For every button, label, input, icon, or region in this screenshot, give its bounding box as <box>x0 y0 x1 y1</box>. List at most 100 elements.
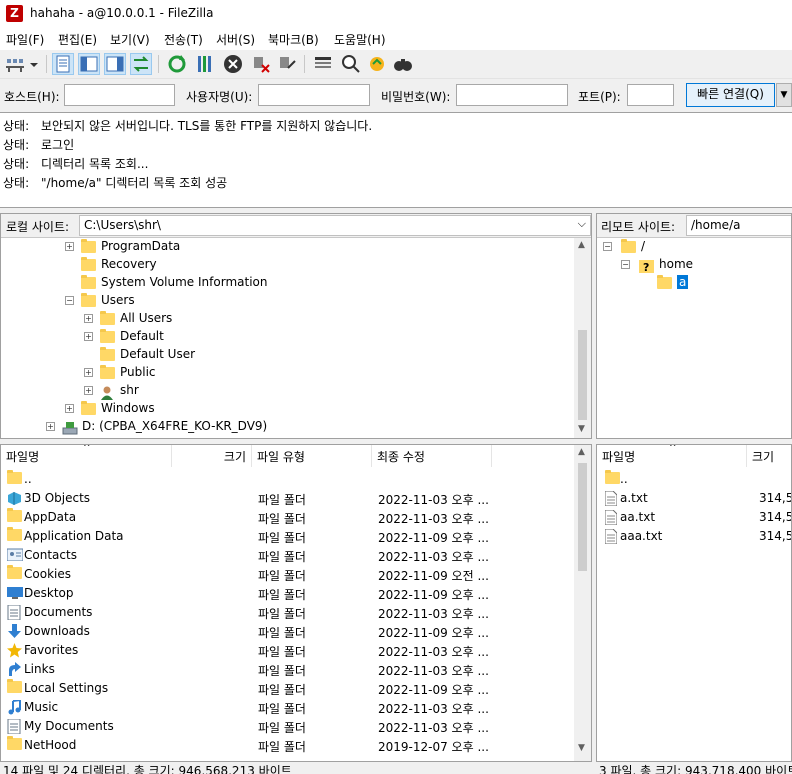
col-size[interactable]: 크기 <box>172 445 252 467</box>
toggle-local-tree-icon[interactable] <box>78 53 100 75</box>
expand-icon[interactable]: + <box>84 368 93 377</box>
expand-icon[interactable]: + <box>65 242 74 251</box>
file-row[interactable]: 3D Objects 파일 폴더 2022-11-03 오후 ... <box>1 489 573 508</box>
file-row[interactable]: a.txt 314,57 <box>597 489 791 508</box>
file-row[interactable]: Links 파일 폴더 2022-11-03 오후 ... <box>1 660 573 679</box>
quickconnect-dropdown-icon[interactable]: ▼ <box>776 83 792 107</box>
file-row[interactable]: Application Data 파일 폴더 2022-11-09 오후 ... <box>1 527 573 546</box>
user-input[interactable] <box>258 84 370 106</box>
local-path-input[interactable]: C:\Users\shr\ ⌵ <box>79 215 591 236</box>
folder-icon <box>7 679 22 693</box>
cancel-icon[interactable] <box>222 53 244 75</box>
tree-item[interactable]: Recovery <box>1 256 571 274</box>
port-input[interactable] <box>627 84 674 106</box>
file-row[interactable]: Downloads 파일 폴더 2022-11-09 오후 ... <box>1 622 573 641</box>
expand-icon[interactable]: + <box>84 314 93 323</box>
file-modified: 2022-11-09 오후 ... <box>378 588 489 602</box>
menu-server[interactable]: 서버(S) <box>216 31 255 48</box>
menu-transfer[interactable]: 전송(T) <box>164 31 203 48</box>
file-row[interactable]: Favorites 파일 폴더 2022-11-03 오후 ... <box>1 641 573 660</box>
tree-item[interactable]: Default User <box>1 346 571 364</box>
col-filename[interactable]: 파일명 ^ <box>597 445 747 467</box>
file-type: 파일 폴더 <box>258 702 306 716</box>
remote-path-input[interactable]: /home/a <box>686 215 791 236</box>
site-manager-icon[interactable] <box>4 53 26 75</box>
tree-item[interactable]: + shr <box>1 382 571 400</box>
filter-icon[interactable] <box>312 53 334 75</box>
tree-item-label: Default <box>120 329 164 343</box>
file-row[interactable]: Cookies 파일 폴더 2022-11-09 오전 ... <box>1 565 573 584</box>
file-name: Desktop <box>24 586 74 600</box>
process-queue-icon[interactable] <box>194 53 216 75</box>
find-icon[interactable] <box>340 53 362 75</box>
toggle-log-icon[interactable] <box>52 53 74 75</box>
tree-item[interactable]: + Default <box>1 328 571 346</box>
menu-edit[interactable]: 편집(E) <box>58 31 97 48</box>
file-modified: 2022-11-03 오후 ... <box>378 607 489 621</box>
file-row[interactable]: NetHood 파일 폴더 2019-12-07 오후 ... <box>1 736 573 755</box>
menu-file[interactable]: 파일(F) <box>6 31 44 48</box>
collapse-icon[interactable]: − <box>603 242 612 251</box>
tree-item[interactable]: − Users <box>1 292 571 310</box>
remote-site-label: 리모트 사이트: <box>601 220 676 234</box>
collapse-icon[interactable]: − <box>65 296 74 305</box>
file-row[interactable]: Documents 파일 폴더 2022-11-03 오후 ... <box>1 603 573 622</box>
tree-item-label: Default User <box>120 347 196 361</box>
file-name: Favorites <box>24 643 79 657</box>
menu-help[interactable]: 도움말(H) <box>334 31 386 48</box>
dropdown-arrow-icon[interactable] <box>27 53 41 75</box>
file-row[interactable]: My Documents 파일 폴더 2022-11-03 오후 ... <box>1 717 573 736</box>
file-modified: 2022-11-03 오후 ... <box>378 512 489 526</box>
tree-item[interactable]: System Volume Information <box>1 274 571 292</box>
col-filename[interactable]: 파일명 ^ <box>1 445 172 467</box>
file-row[interactable]: aaa.txt 314,57 <box>597 527 791 546</box>
tree-item[interactable]: a <box>597 274 787 292</box>
menu-view[interactable]: 보기(V) <box>110 31 150 48</box>
file-name: NetHood <box>24 738 77 752</box>
expand-icon[interactable]: + <box>84 332 93 341</box>
tree-item[interactable]: −? home <box>597 256 787 274</box>
toggle-remote-tree-icon[interactable] <box>104 53 126 75</box>
file-modified: 2022-11-09 오후 ... <box>378 531 489 545</box>
tree-item[interactable]: + All Users <box>1 310 571 328</box>
collapse-icon[interactable]: − <box>621 260 630 269</box>
file-row[interactable]: .. <box>1 470 573 489</box>
tree-item-label: shr <box>120 383 139 397</box>
toggle-queue-icon[interactable] <box>130 53 152 75</box>
log-line: 상태: 로그인 <box>3 138 75 152</box>
file-row[interactable]: Local Settings 파일 폴더 2022-11-09 오후 ... <box>1 679 573 698</box>
file-name: Contacts <box>24 548 77 562</box>
tree-item[interactable]: + D: (CPBA_X64FRE_KO-KR_DV9) <box>1 418 571 436</box>
reconnect-icon[interactable] <box>276 53 298 75</box>
host-input[interactable] <box>64 84 175 106</box>
password-input[interactable] <box>456 84 568 106</box>
file-row[interactable]: AppData 파일 폴더 2022-11-03 오후 ... <box>1 508 573 527</box>
file-row[interactable]: aa.txt 314,57 <box>597 508 791 527</box>
sync-browse-icon[interactable] <box>366 53 388 75</box>
col-size[interactable]: 크기 <box>747 445 791 467</box>
expand-icon[interactable]: + <box>84 386 93 395</box>
quickconnect-button[interactable]: 빠른 연결(Q) <box>686 83 775 107</box>
refresh-icon[interactable] <box>166 53 188 75</box>
host-label: 호스트(H): <box>4 90 60 104</box>
disconnect-icon[interactable] <box>250 53 272 75</box>
sort-arrow-icon: ^ <box>669 444 677 453</box>
file-row[interactable]: Music 파일 폴더 2022-11-03 오후 ... <box>1 698 573 717</box>
tree-item[interactable]: + Windows <box>1 400 571 418</box>
menu-bookmarks[interactable]: 북마크(B) <box>268 31 319 48</box>
expand-icon[interactable]: + <box>65 404 74 413</box>
col-modified[interactable]: 최종 수정 <box>372 445 492 467</box>
local-files-scrollbar[interactable]: ▲ ▼ <box>574 445 591 761</box>
col-type[interactable]: 파일 유형 <box>252 445 372 467</box>
folder-icon <box>7 508 22 522</box>
local-tree-scrollbar[interactable]: ▲ ▼ <box>574 238 591 438</box>
tree-item[interactable]: − / <box>597 238 787 256</box>
file-row[interactable]: Desktop 파일 폴더 2022-11-09 오후 ... <box>1 584 573 603</box>
tree-item[interactable]: + ProgramData <box>1 238 571 256</box>
compare-icon[interactable] <box>392 53 414 75</box>
expand-icon[interactable]: + <box>46 422 55 431</box>
folder-icon <box>7 736 22 750</box>
file-row[interactable]: .. <box>597 470 791 489</box>
tree-item[interactable]: + Public <box>1 364 571 382</box>
file-row[interactable]: Contacts 파일 폴더 2022-11-03 오후 ... <box>1 546 573 565</box>
